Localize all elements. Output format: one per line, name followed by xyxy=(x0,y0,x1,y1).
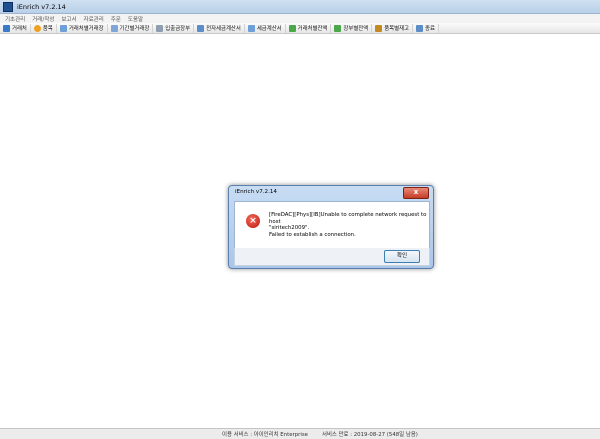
toolbar-item-button[interactable]: 품목 xyxy=(31,23,57,33)
document-icon xyxy=(59,24,67,32)
menu-item-transaction[interactable]: 거래/작성 xyxy=(32,15,54,23)
toolbar-exit-button[interactable]: 종료 xyxy=(413,23,439,33)
menu-item-help[interactable]: 도움말 xyxy=(128,15,143,23)
menu-item-data[interactable]: 자료관리 xyxy=(84,15,104,23)
service-expiry: 서비스 만료 : 2019-08-27 (548일 남음) xyxy=(322,432,418,438)
calendar-icon xyxy=(110,24,118,32)
toolbar-client-balance-button[interactable]: 거래처별잔액 xyxy=(286,23,332,33)
dialog-body: × [FireDAC][Phys][IB]Unable to complete … xyxy=(234,201,430,249)
error-icon: × xyxy=(246,214,260,228)
exit-icon xyxy=(416,24,424,32)
service-status: 이용 서비스 : 아이인리치 Enterprise xyxy=(222,432,308,438)
dialog-title: iEnrich v7.2.14 xyxy=(235,189,277,195)
ok-button[interactable]: 확인 xyxy=(384,250,420,263)
menu-item-order[interactable]: 주문 xyxy=(111,15,121,23)
person-icon xyxy=(3,24,10,32)
toolbar-book-balance-button[interactable]: 장부별잔액 xyxy=(331,23,373,33)
invoice-icon xyxy=(247,24,255,32)
message-line: "siritech2009". xyxy=(269,225,310,232)
toolbar-e-tax-invoice-button[interactable]: 전자세금계산서 xyxy=(194,23,245,33)
book-balance-icon xyxy=(334,24,342,32)
tax-invoice-icon xyxy=(197,24,205,32)
message-line: [FireDAC][Phys][IB]Unable to complete ne… xyxy=(269,212,427,225)
balance-icon xyxy=(288,24,296,32)
title-bar: iEnrich v7.2.14 xyxy=(0,0,600,14)
ledger-icon xyxy=(156,24,164,32)
toolbar-cashbook-button[interactable]: 입출금장부 xyxy=(153,23,195,33)
menu-item-basic[interactable]: 기초관리 xyxy=(5,15,25,23)
toolbar-client-ledger-button[interactable]: 거래처별거래장 xyxy=(57,23,108,33)
dialog-message: [FireDAC][Phys][IB]Unable to complete ne… xyxy=(269,212,427,238)
stock-icon xyxy=(375,24,383,32)
message-line: Failed to establish a connection. xyxy=(269,231,356,238)
toolbar-tax-invoice-button[interactable]: 세금계산서 xyxy=(245,23,286,33)
dialog-close-button[interactable]: x xyxy=(403,187,429,199)
status-bar: 이용 서비스 : 아이인리치 Enterprise 서비스 만료 : 2019-… xyxy=(0,428,600,439)
toolbar-client-button[interactable]: 거래처 xyxy=(0,23,31,33)
toolbar-stock-button[interactable]: 품목별재고 xyxy=(372,23,414,33)
menu-item-report[interactable]: 보고서 xyxy=(61,15,76,23)
window-title: iEnrich v7.2.14 xyxy=(17,2,66,11)
toolbar: 거래처 품목 거래처별거래장 기간별거래장 입출금장부 전자세금계산서 세금계산… xyxy=(0,23,600,34)
dialog-footer: 확인 xyxy=(234,248,430,266)
coin-icon xyxy=(33,24,41,32)
app-icon xyxy=(3,1,13,12)
menu-bar: 기초관리 거래/작성 보고서 자료관리 주문 도움말 xyxy=(0,14,600,23)
error-dialog: iEnrich v7.2.14 x × [FireDAC][Phys][IB]U… xyxy=(228,185,434,269)
toolbar-period-ledger-button[interactable]: 기간별거래장 xyxy=(108,23,154,33)
